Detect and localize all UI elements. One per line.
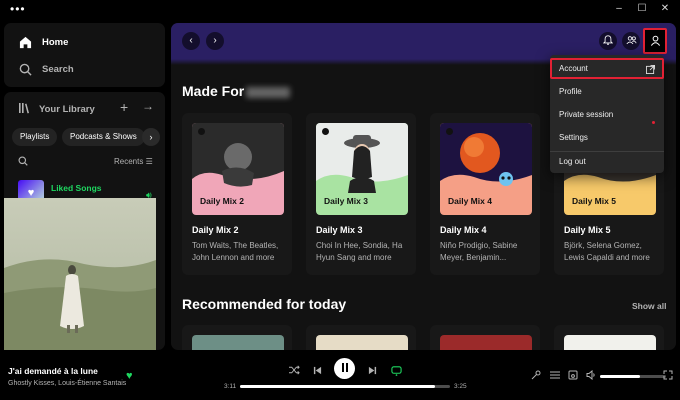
card-title: Daily Mix 5 [564, 225, 611, 235]
library-icon [18, 102, 30, 117]
playlist-cover: Daily Mix 3 [316, 123, 408, 215]
sidebar-item-search[interactable]: Search [18, 62, 74, 76]
list-icon: ☰ [145, 157, 153, 166]
cover-label: Daily Mix 2 [200, 196, 244, 206]
your-library-button[interactable]: Your Library [18, 102, 95, 117]
title-bar: ••• – ☐ ✕ [0, 0, 680, 22]
recommended-card[interactable] [554, 325, 664, 350]
close-icon[interactable]: ✕ [658, 3, 672, 14]
chip-podcasts[interactable]: Podcasts & Shows [62, 128, 145, 146]
app-menu-icon[interactable]: ••• [10, 2, 26, 16]
pause-icon [341, 363, 349, 374]
volume-icon[interactable] [585, 369, 597, 381]
search-icon [18, 62, 32, 76]
connect-device-icon[interactable] [567, 369, 579, 381]
expand-library-icon[interactable]: → [142, 99, 154, 113]
spotify-icon [198, 128, 205, 135]
create-playlist-icon[interactable]: + [120, 99, 128, 115]
fullscreen-icon[interactable] [662, 369, 674, 381]
playlist-cover [440, 335, 532, 350]
menu-item-account[interactable]: Account [550, 58, 664, 79]
menu-item-log-out[interactable]: Log out [550, 150, 664, 173]
maximize-icon[interactable]: ☐ [635, 3, 649, 14]
show-all-link[interactable]: Show all [632, 301, 666, 311]
playlist-cover [192, 335, 284, 350]
playlist-cover: Daily Mix 4 [440, 123, 532, 215]
queue-icon[interactable] [549, 369, 561, 381]
volume-slider[interactable] [600, 375, 666, 378]
card-description: Tom Waits, The Beatles, John Lennon and … [192, 241, 279, 262]
daily-mix-card[interactable]: Daily Mix 2 Daily Mix 2 Tom Waits, The B… [182, 113, 292, 275]
recommended-card[interactable] [430, 325, 540, 350]
cover-label: Daily Mix 3 [324, 196, 368, 206]
lyrics-icon[interactable] [530, 369, 542, 381]
card-description: Björk, Selena Gomez, Lewis Capaldi and m… [564, 241, 650, 262]
liked-songs-title[interactable]: Liked Songs [51, 183, 102, 193]
external-link-icon [646, 63, 655, 80]
bell-icon [602, 35, 614, 47]
daily-mix-card[interactable]: Daily Mix 3 Daily Mix 3 Choi In Hee, Son… [306, 113, 416, 275]
section-title: Made For [182, 83, 245, 99]
forward-button[interactable]: › [206, 32, 224, 50]
menu-item-settings[interactable]: Settings [550, 126, 664, 149]
card-title: Daily Mix 4 [440, 225, 487, 235]
card-title: Daily Mix 2 [192, 225, 239, 235]
library-title: Your Library [39, 104, 95, 115]
back-button[interactable]: ‹ [182, 32, 200, 50]
sidebar-item-label: Search [42, 63, 74, 75]
home-icon [18, 35, 32, 49]
private-session-indicator [652, 121, 655, 124]
spotify-icon [322, 128, 329, 135]
sort-label: Recents [114, 157, 144, 166]
cover-label: Daily Mix 4 [448, 196, 492, 206]
playback-progress-bar[interactable] [240, 385, 450, 388]
now-playing-cover-art[interactable] [4, 198, 156, 350]
playlist-cover [564, 335, 656, 350]
spotify-icon [446, 128, 453, 135]
recommended-heading[interactable]: Recommended for today [182, 296, 346, 312]
made-for-heading[interactable]: Made For [182, 83, 291, 99]
friend-activity-button[interactable] [622, 32, 640, 50]
card-description: Niño Prodigio, Sabine Meyer, Benjamin... [440, 241, 518, 262]
profile-dropdown-menu: Account Profile Private session Settings… [550, 55, 664, 173]
pause-button[interactable] [334, 358, 355, 379]
card-description: Choi In Hee, Sondia, Ha Hyun Sang and mo… [316, 241, 403, 262]
shuffle-button[interactable] [287, 363, 301, 377]
liked-heart-icon[interactable]: ♥ [126, 370, 133, 382]
recommended-card[interactable] [306, 325, 416, 350]
elapsed-time: 3:11 [224, 383, 237, 390]
notifications-button[interactable] [599, 32, 617, 50]
repeat-button[interactable] [389, 363, 403, 377]
recommended-card[interactable] [182, 325, 292, 350]
daily-mix-card[interactable]: Daily Mix 4 Daily Mix 4 Niño Prodigio, S… [430, 113, 540, 275]
chevron-right-icon[interactable]: › [142, 128, 160, 146]
menu-item-private-session[interactable]: Private session [550, 103, 664, 126]
track-artist[interactable]: Ghostly Kisses, Louis-Étienne Santais [8, 380, 126, 387]
sort-recents-button[interactable]: Recents ☰ [114, 157, 153, 166]
chip-playlists[interactable]: Playlists [12, 128, 58, 146]
sidebar-item-home[interactable]: Home [18, 35, 68, 49]
track-title[interactable]: J'ai demandé à la lune [8, 366, 98, 376]
user-icon [650, 35, 661, 48]
profile-menu-button[interactable] [643, 28, 667, 54]
playlist-cover: Daily Mix 2 [192, 123, 284, 215]
menu-item-label: Account [559, 64, 588, 73]
sidebar-nav: Home Search [4, 23, 165, 87]
menu-item-profile[interactable]: Profile [550, 80, 664, 103]
volume-fill [600, 375, 640, 378]
progress-fill [240, 385, 436, 388]
next-button[interactable] [365, 363, 379, 377]
sidebar-item-label: Home [42, 36, 69, 48]
library-search-icon[interactable] [18, 156, 28, 169]
card-title: Daily Mix 3 [316, 225, 363, 235]
playlist-cover [316, 335, 408, 350]
blurred-username [246, 86, 291, 98]
track-duration: 3:25 [454, 383, 467, 390]
minimize-icon[interactable]: – [612, 3, 626, 14]
cover-label: Daily Mix 5 [572, 196, 616, 206]
friends-icon [625, 35, 637, 47]
previous-button[interactable] [310, 363, 324, 377]
